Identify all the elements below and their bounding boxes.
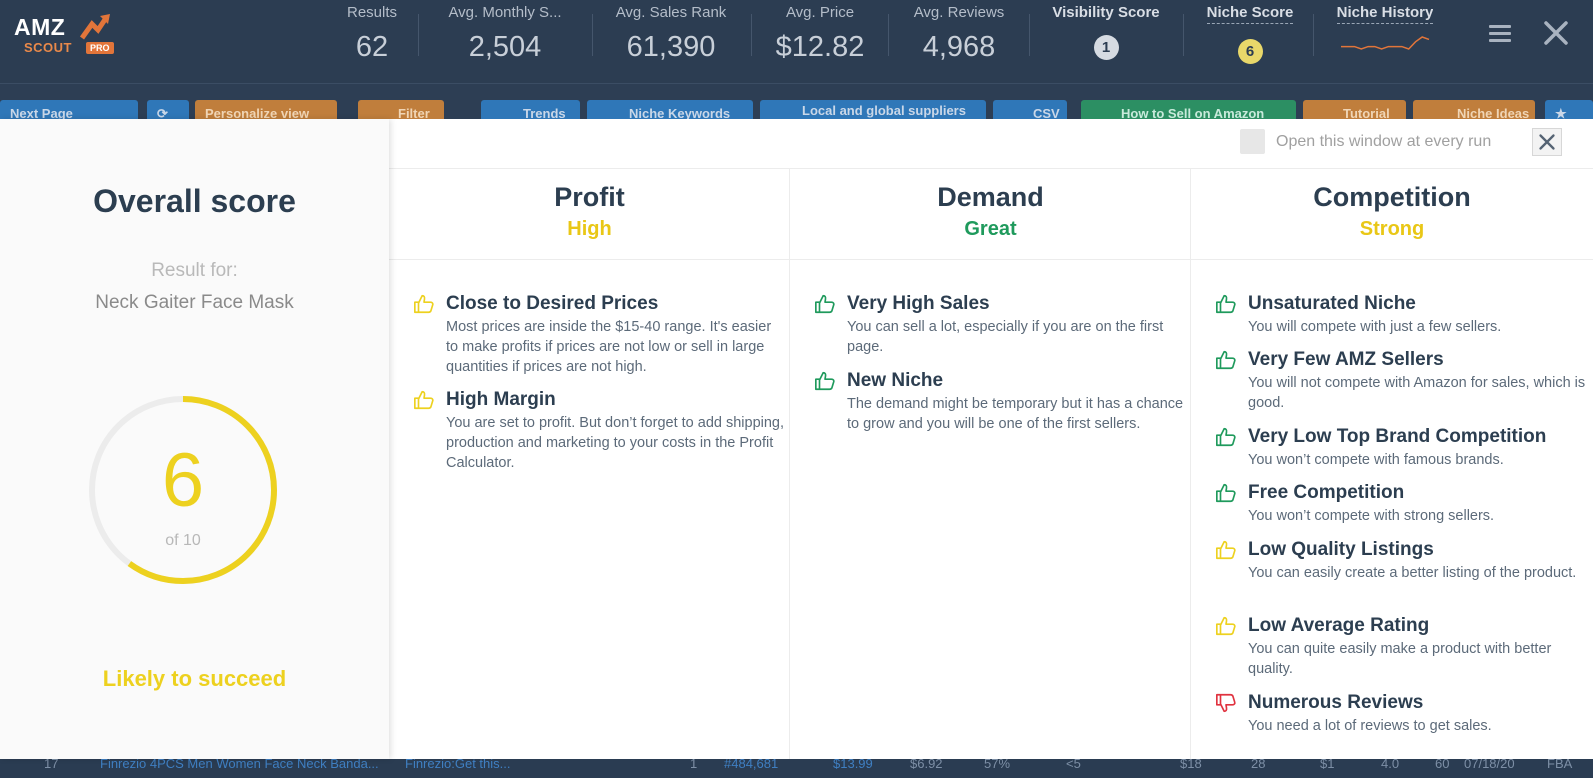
verdict-text: Likely to succeed bbox=[102, 666, 287, 691]
logo-subtext: SCOUT bbox=[24, 40, 72, 55]
column-title: Profit bbox=[554, 182, 625, 212]
item-description: You won’t compete with famous brands. bbox=[1248, 452, 1504, 468]
item-title: Unsaturated Niche bbox=[1248, 293, 1416, 314]
column-title: Demand bbox=[937, 182, 1044, 212]
query-name: Neck Gaiter Face Mask bbox=[95, 292, 294, 313]
overall-score-panel: Overall score Result for: Neck Gaiter Fa… bbox=[0, 119, 389, 759]
menu-button[interactable] bbox=[1479, 16, 1519, 52]
item-title: Low Average Rating bbox=[1248, 615, 1430, 636]
item-description: You are set to profit. But don’t forget … bbox=[446, 415, 785, 471]
stat-results[interactable]: Results 62 bbox=[336, 0, 408, 84]
stat-value: 4,968 bbox=[922, 31, 996, 63]
niche-score-value: 6 bbox=[1237, 39, 1263, 64]
logo-arrow-icon bbox=[79, 14, 110, 40]
niche-history-sparkline bbox=[1341, 36, 1430, 50]
item-description: You can easily create a better listing o… bbox=[1248, 565, 1577, 581]
logo-text: AMZ bbox=[14, 14, 66, 40]
item-description: You won’t compete with strong sellers. bbox=[1248, 508, 1495, 524]
stat-label: Results bbox=[346, 4, 398, 21]
item-description: Most prices are inside the $15-40 range.… bbox=[446, 319, 772, 375]
open-every-run-checkbox[interactable] bbox=[1240, 129, 1265, 154]
thumbs-up-icon bbox=[1216, 294, 1236, 314]
item-description: You need a lot of reviews to get sales. bbox=[1248, 718, 1492, 734]
item-title: Numerous Reviews bbox=[1248, 692, 1424, 713]
modal-close-icon[interactable] bbox=[1532, 128, 1562, 156]
item-title: Close to Desired Prices bbox=[446, 293, 659, 314]
stat-avg-sales-rank[interactable]: Avg. Sales Rank 61,390 bbox=[604, 0, 738, 84]
stat-value: 62 bbox=[355, 31, 389, 63]
score-of-label: of 10 bbox=[165, 532, 201, 549]
close-icon[interactable] bbox=[1537, 16, 1575, 52]
score-value: 6 bbox=[161, 438, 205, 523]
stat-label: Avg. Sales Rank bbox=[615, 4, 727, 21]
column-rating: High bbox=[567, 218, 612, 240]
sparkline-line bbox=[1341, 36, 1430, 50]
item-description: You will compete with just a few sellers… bbox=[1248, 319, 1502, 335]
niche-history[interactable]: Niche History bbox=[1330, 0, 1440, 84]
stat-label: Avg. Reviews bbox=[913, 4, 1005, 21]
thumbs-up-icon bbox=[815, 294, 835, 314]
stat-label: Avg. Price bbox=[785, 4, 855, 21]
stat-avg-reviews[interactable]: Avg. Reviews 4,968 bbox=[898, 0, 1020, 84]
open-every-run-label: Open this window at every run bbox=[1276, 133, 1492, 150]
thumbs-up-icon bbox=[1216, 483, 1236, 503]
thumbs-up-icon bbox=[1216, 540, 1236, 560]
niche-score-label: Niche Score bbox=[1206, 4, 1294, 24]
thumbs-up-icon bbox=[414, 294, 434, 314]
stat-value: 61,390 bbox=[626, 31, 716, 63]
niche-score[interactable]: Niche Score 6 bbox=[1200, 0, 1300, 84]
item-title: Very Few AMZ Sellers bbox=[1248, 349, 1444, 370]
visibility-score-label: Visibility Score bbox=[1052, 4, 1160, 21]
niche-history-label: Niche History bbox=[1336, 4, 1434, 24]
stat-avg-monthly-sales[interactable]: Avg. Monthly S... 2,504 bbox=[436, 0, 574, 84]
item-description: You can sell a lot, especially if you ar… bbox=[847, 319, 1164, 355]
niche-score-modal: Overall score Result for: Neck Gaiter Fa… bbox=[0, 119, 1593, 759]
result-for-label: Result for: bbox=[151, 260, 238, 281]
item-description: You will not compete with Amazon for sal… bbox=[1248, 375, 1586, 411]
item-title: Very Low Top Brand Competition bbox=[1248, 426, 1547, 447]
item-title: High Margin bbox=[446, 389, 556, 410]
pro-badge: PRO bbox=[86, 42, 114, 54]
thumbs-up-icon bbox=[414, 390, 434, 410]
overall-score-title: Overall score bbox=[93, 183, 296, 219]
column-title: Competition bbox=[1313, 182, 1471, 212]
item-title: Very High Sales bbox=[847, 293, 990, 314]
thumbs-up-icon bbox=[1216, 350, 1236, 370]
amzscout-logo: AMZ SCOUT PRO bbox=[14, 12, 124, 62]
item-title: Free Competition bbox=[1248, 482, 1405, 503]
thumbs-up-icon bbox=[815, 371, 835, 391]
thumbs-up-icon bbox=[1216, 427, 1236, 447]
column-rating: Strong bbox=[1359, 218, 1425, 240]
visibility-score[interactable]: Visibility Score 1 bbox=[1046, 0, 1166, 84]
stat-value: 2,504 bbox=[468, 31, 542, 63]
stat-value: $12.82 bbox=[775, 31, 865, 63]
visibility-score-value: 1 bbox=[1093, 35, 1119, 60]
item-title: Low Quality Listings bbox=[1248, 539, 1434, 560]
stat-label: Avg. Monthly S... bbox=[448, 4, 562, 21]
item-description: You can quite easily make a product with… bbox=[1248, 641, 1552, 677]
thumbs-up-icon bbox=[1216, 616, 1236, 636]
column-rating: Great bbox=[964, 218, 1017, 240]
stat-avg-price[interactable]: Avg. Price $12.82 bbox=[762, 0, 878, 84]
thumbs-down-icon bbox=[1216, 693, 1236, 713]
stats-header: AMZ SCOUT PRO Results 62 Avg. Monthly S.… bbox=[0, 0, 1593, 84]
item-title: New Niche bbox=[847, 370, 944, 391]
item-description: The demand might be temporary but it has… bbox=[847, 396, 1184, 432]
